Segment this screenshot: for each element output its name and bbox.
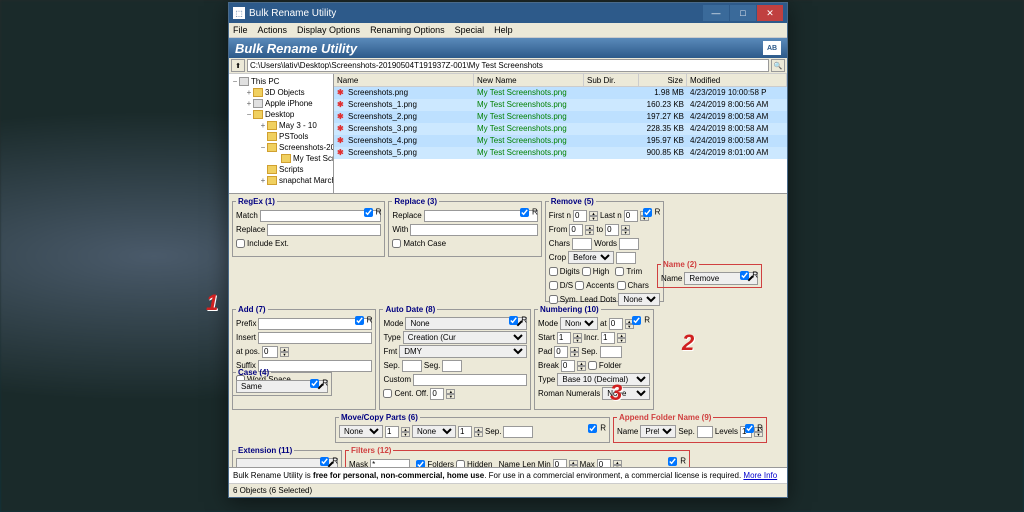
menubar: File Actions Display Options Renaming Op…	[229, 23, 787, 38]
folder-up-button[interactable]: ⬆	[231, 59, 245, 72]
app-icon: ⬚	[233, 7, 245, 19]
menu-special[interactable]: Special	[455, 25, 485, 35]
col-name[interactable]: Name	[334, 74, 474, 86]
col-modified[interactable]: Modified	[687, 74, 787, 86]
minimize-button[interactable]: —	[703, 5, 729, 21]
table-row[interactable]: ✱Screenshots_5.pngMy Test Screenshots.pn…	[334, 147, 787, 159]
app-window: ⬚ Bulk Rename Utility — □ ✕ File Actions…	[228, 2, 788, 498]
panel-name: Name (2) R NameRemove	[657, 260, 762, 288]
panel-movecopy: Move/Copy Parts (6) R None▲▼None▲▼Sep.	[335, 413, 610, 443]
moreinfo-link[interactable]: More Info	[743, 471, 777, 480]
regex-includeext[interactable]	[236, 239, 245, 248]
table-row[interactable]: ✱Screenshots_1.pngMy Test Screenshots.pn…	[334, 99, 787, 111]
panel-appendfolder: Append Folder Name (9) R NamePrefixSep.L…	[613, 413, 767, 443]
footer: Bulk Rename Utility is free for personal…	[229, 467, 787, 483]
file-icon: ✱	[337, 123, 346, 132]
col-size[interactable]: Size	[639, 74, 687, 86]
add-insert-input[interactable]	[258, 332, 372, 344]
panel-remove: Remove (5) R First n▲▼Last n▲▼ From▲▼to▲…	[545, 197, 665, 302]
table-row[interactable]: ✱Screenshots_2.pngMy Test Screenshots.pn…	[334, 111, 787, 123]
table-row[interactable]: ✱Screenshots_3.pngMy Test Screenshots.pn…	[334, 123, 787, 135]
table-row[interactable]: ✱Screenshots.pngMy Test Screenshots.png1…	[334, 87, 787, 99]
folder-tree[interactable]: −This PC +3D Objects +Apple iPhone −Desk…	[229, 74, 334, 193]
panels: RegEx (1) R Match Replace Include Ext. R…	[229, 194, 787, 467]
panel-replace: Replace (3) R Replace With Match Case	[388, 197, 541, 257]
file-icon: ✱	[337, 111, 346, 120]
menu-actions[interactable]: Actions	[258, 25, 288, 35]
file-icon: ✱	[337, 99, 346, 108]
replace-matchcase[interactable]	[392, 239, 401, 248]
path-input[interactable]	[247, 59, 769, 72]
col-newname[interactable]: New Name	[474, 74, 584, 86]
titlebar[interactable]: ⬚ Bulk Rename Utility — □ ✕	[229, 3, 787, 23]
menu-file[interactable]: File	[233, 25, 248, 35]
statusbar: 6 Objects (6 Selected)	[229, 483, 787, 497]
file-icon: ✱	[337, 135, 346, 144]
banner: Bulk Rename Utility AB	[229, 38, 787, 58]
replace-with-input[interactable]	[410, 224, 537, 236]
col-subdir[interactable]: Sub Dir.	[584, 74, 639, 86]
panel-filters: Filters (12) R Mask FoldersHidden Name L…	[345, 446, 690, 467]
window-title: Bulk Rename Utility	[249, 8, 703, 19]
panel-numbering: Numbering (10) R ModeNoneat▲▼ Start▲▼Inc…	[534, 305, 654, 410]
banner-title: Bulk Rename Utility	[235, 41, 357, 56]
file-list-header[interactable]: Name New Name Sub Dir. Size Modified	[334, 74, 787, 87]
menu-renaming[interactable]: Renaming Options	[370, 25, 445, 35]
file-list[interactable]: Name New Name Sub Dir. Size Modified ✱Sc…	[334, 74, 787, 193]
menu-help[interactable]: Help	[494, 25, 513, 35]
regex-replace-input[interactable]	[267, 224, 381, 236]
menu-display[interactable]: Display Options	[297, 25, 360, 35]
panel-extension: Extension (11) R	[232, 446, 342, 467]
file-icon: ✱	[337, 87, 346, 96]
panel-case: Case (4) R Same	[232, 368, 332, 396]
regex-enable[interactable]	[364, 208, 373, 217]
file-icon: ✱	[337, 147, 346, 156]
panel-autodate: Auto Date (8) R ModeNone TypeCreation (C…	[379, 305, 531, 410]
close-button[interactable]: ✕	[757, 5, 783, 21]
panel-regex: RegEx (1) R Match Replace Include Ext.	[232, 197, 385, 257]
table-row[interactable]: ✱Screenshots_4.pngMy Test Screenshots.pn…	[334, 135, 787, 147]
maximize-button[interactable]: □	[730, 5, 756, 21]
path-go-button[interactable]: 🔍	[771, 59, 785, 72]
banner-ab-icon[interactable]: AB	[763, 41, 781, 55]
pathbar: ⬆ 🔍	[229, 58, 787, 74]
